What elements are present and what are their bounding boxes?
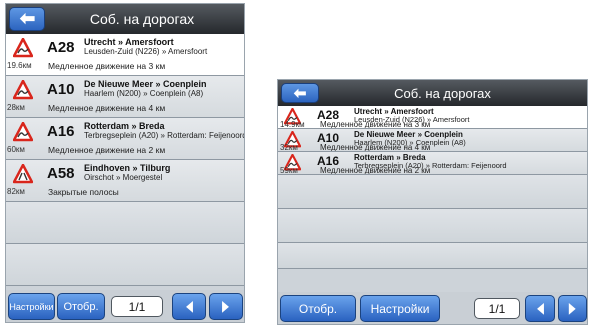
empty-list-row [278,209,587,243]
settings-button[interactable]: Настройки [360,295,440,322]
traffic-event-row[interactable]: 14.9км A28 Utrecht » Amersfoort Leusden-… [278,106,587,129]
next-page-button[interactable] [558,295,587,322]
event-distance: 14.9км [280,120,305,129]
previous-page-button[interactable] [172,293,206,320]
event-via: Leusden-Zuid (N226) » Amersfoort [84,47,208,56]
event-via: Oirschot » Moergestel [84,173,163,182]
show-button[interactable]: Отобр. [57,293,105,320]
traffic-event-row[interactable]: 28км A10 De Nieuwe Meer » Coenplein Haar… [6,76,244,118]
empty-list-row [6,202,244,244]
event-description: Закрытые полосы [48,187,119,197]
arrow-left-icon [293,88,307,98]
bottom-toolbar: Настройки Отобр. 1/1 [6,290,244,322]
event-route: Rotterdam » Breda [84,121,165,131]
show-button[interactable]: Отобр. [280,295,356,322]
page-indicator: 1/1 [111,296,163,317]
event-route: De Nieuwe Meer » Coenplein [84,79,207,89]
page-title: Соб. на дорогах [394,85,491,101]
warning-triangle-icon [13,80,33,100]
settings-button[interactable]: Настройки [8,293,55,320]
chevron-right-icon [568,302,576,315]
traffic-event-row[interactable]: 60км A16 Rotterdam » Breda Terbregseplei… [6,118,244,160]
event-description: Медленное движение на 4 км [48,103,166,113]
traffic-event-row[interactable]: 32км A10 De Nieuwe Meer » Coenplein Haar… [278,129,587,152]
road-number: A10 [47,81,75,98]
traffic-screen-small: Соб. на дорогах 19.6км A28 Utrecht » Ame… [5,3,245,323]
event-distance: 32км [280,143,298,152]
event-description: Медленное движение на 4 км [320,143,431,152]
warning-triangle-icon [13,164,33,184]
event-distance: 60км [7,145,25,154]
page-indicator: 1/1 [474,298,520,319]
traffic-screen-wide: Соб. на дорогах 14.9км A28 Utrecht » Ame… [277,79,588,325]
bottom-toolbar: Отобр. Настройки 1/1 [278,292,587,324]
warning-triangle-icon [13,38,33,58]
event-distance: 19.6км [7,61,32,70]
event-distance: 28км [7,103,25,112]
event-description: Медленное движение на 2 км [48,145,166,155]
road-number: A16 [47,123,75,140]
event-description: Медленное движение на 2 км [320,166,431,175]
event-via: Haarlem (N200) » Coenplein (A8) [84,89,204,98]
empty-list-row [6,244,244,286]
arrow-left-icon [19,13,35,25]
chevron-left-icon [537,302,544,315]
event-via: Terbregseplein (A20) » Rotterdam: Feijen… [84,131,244,140]
road-number: A28 [47,39,75,56]
warning-triangle-icon [13,122,33,142]
title-bar: Соб. на дорогах [278,80,587,106]
empty-list-row [278,175,587,209]
event-distance: 59км [280,166,298,175]
event-description: Медленное движение на 3 км [320,120,431,129]
previous-page-button[interactable] [525,295,555,322]
chevron-left-icon [186,300,193,313]
event-route: Utrecht » Amersfoort [84,37,174,47]
traffic-event-list: 14.9км A28 Utrecht » Amersfoort Leusden-… [278,106,587,269]
empty-list-row [278,243,587,269]
road-number: A58 [47,165,75,182]
traffic-event-row[interactable]: 59км A16 Rotterdam » Breda Terbregseplei… [278,152,587,175]
title-bar: Соб. на дорогах [6,4,244,34]
back-button[interactable] [9,7,45,31]
event-distance: 82км [7,187,25,196]
traffic-event-row[interactable]: 19.6км A28 Utrecht » Amersfoort Leusden-… [6,34,244,76]
back-button[interactable] [281,83,319,103]
traffic-event-row[interactable]: 82км A58 Eindhoven » Tilburg Oirschot » … [6,160,244,202]
chevron-right-icon [222,300,229,313]
event-route: Eindhoven » Tilburg [84,163,171,173]
next-page-button[interactable] [209,293,243,320]
traffic-event-list: 19.6км A28 Utrecht » Amersfoort Leusden-… [6,34,244,286]
event-description: Медленное движение на 3 км [48,61,166,71]
